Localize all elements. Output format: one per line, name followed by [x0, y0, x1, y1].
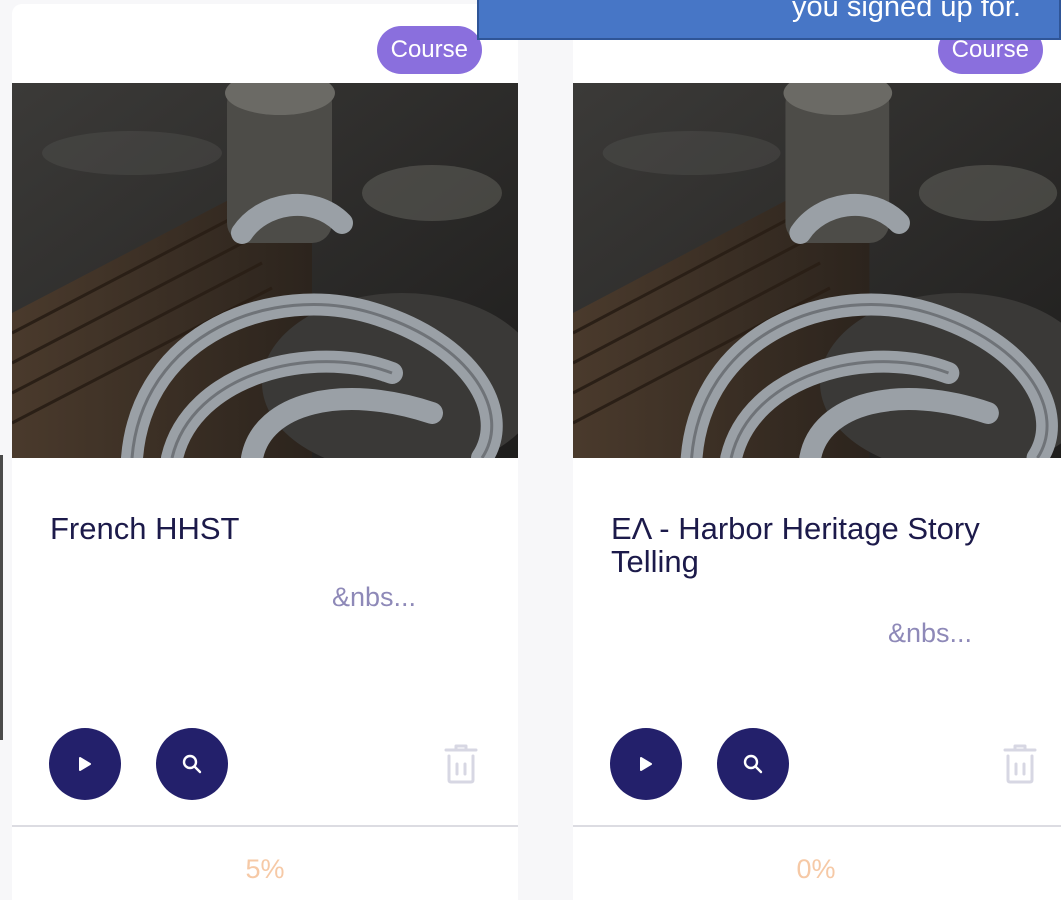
course-thumbnail-image[interactable] [12, 83, 518, 458]
play-icon [640, 757, 652, 771]
tooltip: you signed up for. [477, 0, 1061, 40]
play-button[interactable] [49, 728, 121, 800]
course-type-badge: Course [376, 26, 482, 74]
trash-icon[interactable] [444, 744, 478, 784]
course-thumbnail-image[interactable] [573, 83, 1061, 458]
trash-icon[interactable] [1003, 744, 1037, 784]
search-button[interactable] [156, 728, 228, 800]
course-description-snippet: &nbs... [888, 618, 973, 648]
course-card[interactable]: Course [12, 4, 518, 900]
card-divider [12, 825, 518, 827]
play-icon [79, 757, 91, 771]
search-button[interactable] [717, 728, 789, 800]
course-card[interactable]: Course [573, 4, 1061, 900]
card-divider [573, 825, 1061, 827]
course-progress: 0% [796, 854, 836, 884]
course-title[interactable]: French HHST [50, 512, 470, 545]
play-button[interactable] [610, 728, 682, 800]
search-icon [743, 754, 763, 774]
course-title[interactable]: ΕΛ - Harbor Heritage Story Telling [611, 512, 1031, 578]
tooltip-text: you signed up for. [792, 0, 1021, 23]
course-progress: 5% [245, 854, 285, 884]
course-description-snippet: &nbs... [332, 582, 417, 612]
left-edge-divider [0, 455, 3, 740]
search-icon [182, 754, 202, 774]
course-grid: Course French HHST &nbs... 5% Course ΕΛ … [0, 0, 1061, 900]
